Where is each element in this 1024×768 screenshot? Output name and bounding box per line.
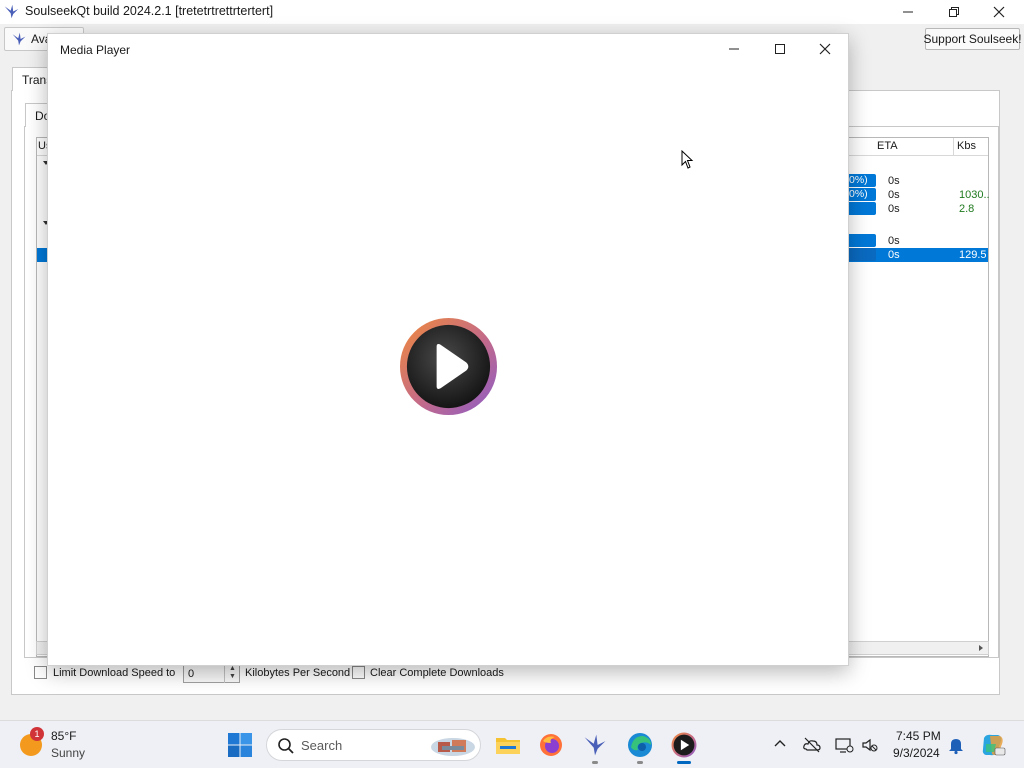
taskbar: 1 85°F Sunny Search 7:45 PM 9/3/2024 — [0, 720, 1024, 768]
media-player-close-button[interactable] — [802, 34, 848, 64]
eta-cell: 0s — [888, 189, 900, 201]
speed-spinner[interactable]: ▲ ▼ — [224, 665, 240, 683]
media-player-play-icon — [399, 317, 498, 416]
progress-bar — [847, 234, 876, 247]
taskbar-search[interactable]: Search — [266, 729, 481, 761]
progress-bar — [847, 248, 876, 261]
maximize-icon — [775, 44, 785, 54]
minimize-icon — [903, 11, 913, 13]
media-player-maximize-button[interactable] — [757, 34, 803, 64]
active-indicator — [677, 761, 691, 764]
minimize-button[interactable] — [885, 0, 931, 24]
clock-time[interactable]: 7:45 PM — [896, 729, 941, 743]
media-player-minimize-button[interactable] — [711, 34, 757, 64]
search-placeholder: Search — [301, 738, 343, 753]
scroll-right-icon[interactable] — [977, 644, 985, 652]
volume-icon[interactable] — [860, 735, 880, 755]
kbs-cell: 1030... — [959, 189, 989, 201]
media-player-title: Media Player — [60, 43, 131, 57]
kbs-cell: 2.8 — [959, 203, 975, 215]
eta-cell: 0s — [888, 203, 900, 215]
progress-bar — [847, 202, 876, 215]
limit-speed-checkbox[interactable] — [34, 666, 47, 679]
taskbar-firefox[interactable] — [537, 731, 565, 759]
media-player-window[interactable]: Media Player — [47, 33, 849, 666]
restore-button[interactable] — [931, 0, 977, 24]
clear-complete-label: Clear Complete Downloads — [370, 667, 504, 679]
clear-complete-checkbox[interactable] — [352, 666, 365, 679]
download-options-bar: Limit Download Speed to 0 ▲ ▼ Kilobytes P… — [34, 664, 734, 684]
window-title: SoulseekQt build 2024.2.1 [tretetrtrettr… — [25, 4, 274, 18]
taskbar-media-player[interactable] — [670, 731, 698, 759]
eta-cell: 0s — [888, 249, 900, 261]
soulseek-bird-icon — [4, 4, 19, 19]
file-explorer-icon — [496, 738, 520, 754]
taskbar-file-explorer[interactable] — [494, 731, 522, 759]
clock-date[interactable]: 9/3/2024 — [893, 746, 940, 760]
column-divider[interactable] — [953, 138, 954, 156]
weather-badge: 1 — [30, 727, 44, 741]
title-bar: SoulseekQt build 2024.2.1 [tretetrtrettr… — [0, 0, 1024, 24]
windows-start-icon[interactable] — [227, 732, 253, 758]
close-icon — [993, 6, 1005, 18]
units-label: Kilobytes Per Second — [245, 667, 351, 679]
notification-bell-icon[interactable] — [946, 735, 966, 755]
taskbar-soulseek[interactable] — [581, 731, 609, 759]
soulseek-bird-icon — [12, 32, 26, 46]
column-eta[interactable]: ETA — [877, 140, 898, 152]
close-button[interactable] — [976, 0, 1022, 24]
chevron-up-icon[interactable] — [772, 736, 788, 752]
soulseek-bird-icon — [584, 734, 606, 756]
support-soulseek-button[interactable]: Support Soulseek! — [923, 28, 1022, 50]
column-kbs[interactable]: Kbs — [957, 140, 976, 152]
weather-condition: Sunny — [51, 746, 86, 760]
firefox-icon — [540, 734, 562, 756]
taskbar-edge[interactable] — [626, 731, 654, 759]
network-icon[interactable] — [834, 735, 854, 755]
search-icon — [278, 738, 294, 754]
weather-temperature: 85°F — [51, 729, 77, 743]
running-indicator — [637, 761, 643, 764]
limit-speed-label: Limit Download Speed to — [53, 667, 176, 679]
copilot-icon[interactable] — [980, 732, 1006, 758]
eta-cell: 0s — [888, 235, 900, 247]
progress-bar: 0%) — [847, 174, 876, 187]
edge-icon — [628, 733, 652, 757]
progress-bar: 0%) — [847, 188, 876, 201]
mouse-cursor-icon — [681, 150, 694, 169]
close-icon — [819, 43, 831, 55]
running-indicator — [592, 761, 598, 764]
restore-icon — [949, 7, 959, 17]
minimize-icon — [729, 48, 739, 50]
eta-cell: 0s — [888, 175, 900, 187]
onedrive-icon[interactable] — [802, 735, 822, 755]
kbs-cell: 129.5 — [959, 249, 987, 261]
media-player-icon — [671, 732, 697, 758]
search-highlight-icon — [431, 738, 475, 756]
